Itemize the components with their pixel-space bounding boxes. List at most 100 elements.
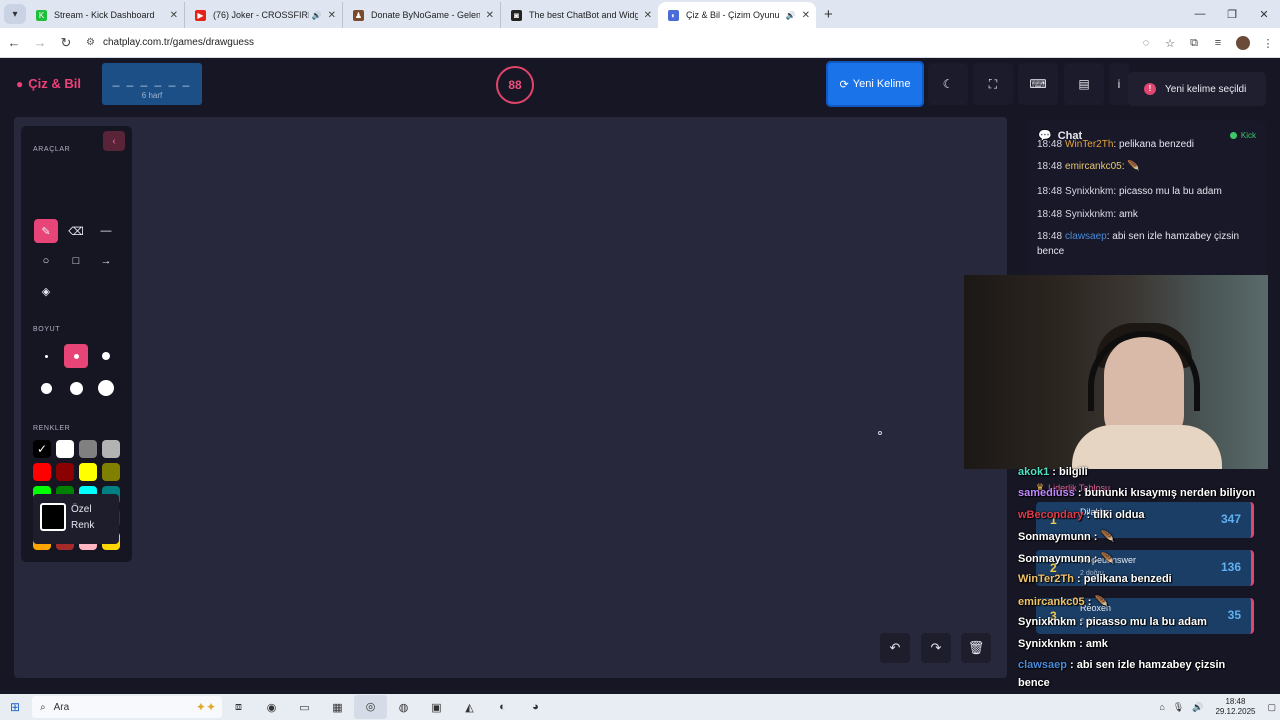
network-icon[interactable]: ⌂	[1159, 702, 1164, 712]
eye-off-icon[interactable]: ◌	[1134, 37, 1158, 49]
forward-icon[interactable]: →	[28, 35, 52, 50]
line-tool[interactable]: —	[94, 219, 118, 243]
color-swatch[interactable]	[79, 463, 97, 481]
color-swatch[interactable]	[56, 463, 74, 481]
url-input[interactable]: ⚙ chatplay.com.tr/games/drawguess	[86, 32, 1126, 54]
chat-username[interactable]: Synixknkm	[1065, 209, 1113, 220]
avatar[interactable]	[1236, 36, 1250, 50]
clear-canvas-button[interactable]: 🗑	[961, 633, 991, 663]
rectangle-tool[interactable]: □	[64, 249, 88, 273]
size-dot-icon	[98, 380, 114, 396]
tab-close-icon[interactable]: ✕	[170, 10, 178, 21]
media-icon[interactable]: ≡	[1206, 37, 1230, 49]
store-icon[interactable]: ▦	[321, 701, 354, 714]
overlay-username: Sonmaymunn	[1018, 553, 1091, 565]
windows-start-icon[interactable]: ⊞	[0, 700, 30, 714]
taskbar-search[interactable]: ⌕ Ara ✦✦	[32, 696, 222, 718]
site-info-icon[interactable]: ⚙	[86, 37, 95, 48]
steam-icon[interactable]: ◉	[255, 701, 288, 714]
bookmark-star-icon[interactable]: ☆	[1158, 37, 1182, 50]
size-m[interactable]	[94, 344, 118, 368]
tab-close-icon[interactable]: ✕	[644, 10, 652, 21]
tab-search-button[interactable]: ▾	[4, 4, 26, 24]
volume-icon[interactable]: 🔊	[1192, 702, 1203, 713]
browser-tab[interactable]: ◙ The best ChatBot and Widgets ✕	[500, 2, 658, 28]
menu-icon[interactable]: ⋮	[1256, 37, 1280, 50]
extensions-icon[interactable]: ⧉	[1182, 37, 1206, 50]
color-swatch[interactable]: ✓	[33, 440, 51, 458]
chrome-icon[interactable]: ◎	[354, 695, 387, 719]
chat-message: 18:48 clawsaep: abi sen izle hamzabey çiz…	[1037, 229, 1257, 259]
eraser-tool[interactable]: ⌫	[64, 219, 88, 243]
size-xs[interactable]	[34, 344, 58, 368]
chat-username[interactable]: WinTer2Th	[1065, 139, 1113, 150]
size-s[interactable]	[64, 344, 88, 368]
restore-icon[interactable]: ❐	[1216, 8, 1248, 21]
custom-color-button[interactable]: Özel Renk	[33, 494, 119, 544]
drawing-canvas[interactable]	[14, 117, 1007, 678]
notifications-icon[interactable]: ▢	[1267, 702, 1276, 713]
minimize-icon[interactable]: —	[1184, 8, 1216, 20]
circle-tool[interactable]: ○	[34, 249, 58, 273]
overlay-separator: :	[1073, 573, 1084, 585]
tab-close-icon[interactable]: ✕	[486, 10, 494, 21]
chat-username[interactable]: Synixknkm	[1065, 186, 1113, 197]
task-view-icon[interactable]: ⧈	[222, 701, 255, 714]
color-swatch[interactable]	[33, 463, 51, 481]
feather-emote-icon: 🪶	[1100, 531, 1115, 543]
chat-username[interactable]: clawsaep	[1065, 231, 1107, 242]
browser-tab[interactable]: K Stream - Kick Dashboard ✕	[26, 2, 184, 28]
tools-label: ARAÇLAR	[33, 146, 71, 153]
chat-message: 18:48 Synixknkm: amk	[1037, 207, 1257, 222]
tab-favicon-icon: ♟	[353, 9, 364, 21]
redo-button[interactable]: ↷	[921, 633, 951, 663]
browser-tab[interactable]: ◐ Çiz & Bil - Çizim Oyunu 🔊 ✕	[658, 2, 816, 28]
keyboard-button[interactable]: ⌨	[1018, 63, 1058, 105]
undo-button[interactable]: ↶	[880, 633, 910, 663]
color-swatch[interactable]	[56, 440, 74, 458]
fill-tool[interactable]: ◈	[34, 279, 58, 303]
chevron-left-icon: ‹	[112, 135, 116, 147]
fullscreen-button[interactable]: ⛶	[973, 63, 1013, 105]
tab-audio-icon[interactable]: 🔊	[312, 11, 322, 20]
dark-mode-button[interactable]: ☾	[928, 63, 968, 105]
epic-games-icon[interactable]: ▣	[420, 701, 453, 714]
chat-username[interactable]: emircankc05	[1065, 161, 1122, 172]
browser-tab[interactable]: ♟ Donate ByNoGame - Gelen/Gid ✕	[342, 2, 500, 28]
new-tab-button[interactable]: +	[824, 6, 833, 23]
tab-audio-icon[interactable]: 🔊	[786, 11, 796, 20]
brush-tool[interactable]: ✎	[34, 219, 58, 243]
address-bar: ← → ↻ ⚙ chatplay.com.tr/games/drawguess …	[0, 28, 1280, 58]
tab-close-icon[interactable]: ✕	[328, 10, 336, 21]
color-swatch[interactable]	[79, 440, 97, 458]
browser-tab[interactable]: ▶ (76) Joker - CROSSFIRE | of🔊 ✕	[184, 2, 342, 28]
clock[interactable]: 18:48 29.12.2025	[1215, 697, 1255, 717]
back-icon[interactable]: ←	[2, 35, 26, 50]
archive-button[interactable]: ▤	[1064, 63, 1104, 105]
overlay-separator: :	[1084, 596, 1095, 608]
new-word-button[interactable]: ⟳ Yeni Kelime	[826, 61, 924, 107]
app-icon[interactable]: ◐	[486, 701, 519, 713]
obs-icon[interactable]: ◍	[387, 701, 420, 714]
tab-close-icon[interactable]: ✕	[802, 10, 810, 21]
search-icon: ⌕	[40, 701, 46, 713]
color-swatch[interactable]	[102, 463, 120, 481]
reload-icon[interactable]: ↻	[54, 35, 78, 51]
file-explorer-icon[interactable]: ▭	[288, 701, 321, 714]
info-button[interactable]: i	[1109, 63, 1129, 105]
size-xl[interactable]	[64, 376, 88, 400]
close-window-icon[interactable]: ✕	[1248, 8, 1280, 21]
tab-favicon-icon: ◐	[668, 9, 679, 21]
collapse-panel-button[interactable]: ‹	[103, 131, 125, 151]
mic-icon[interactable]: 🎙	[1173, 702, 1184, 713]
chat-time: 18:48	[1037, 161, 1063, 172]
leaderboard-score: 136	[1220, 560, 1241, 574]
webcam-body	[1072, 425, 1222, 469]
color-swatch[interactable]	[102, 440, 120, 458]
size-l[interactable]	[34, 376, 58, 400]
nvidia-icon[interactable]: ◭	[453, 701, 486, 714]
discord-icon[interactable]: ◕	[519, 701, 552, 713]
arrow-tool[interactable]: →	[94, 249, 118, 273]
size-xxl[interactable]	[94, 376, 118, 400]
chat-time: 18:48	[1037, 139, 1063, 150]
